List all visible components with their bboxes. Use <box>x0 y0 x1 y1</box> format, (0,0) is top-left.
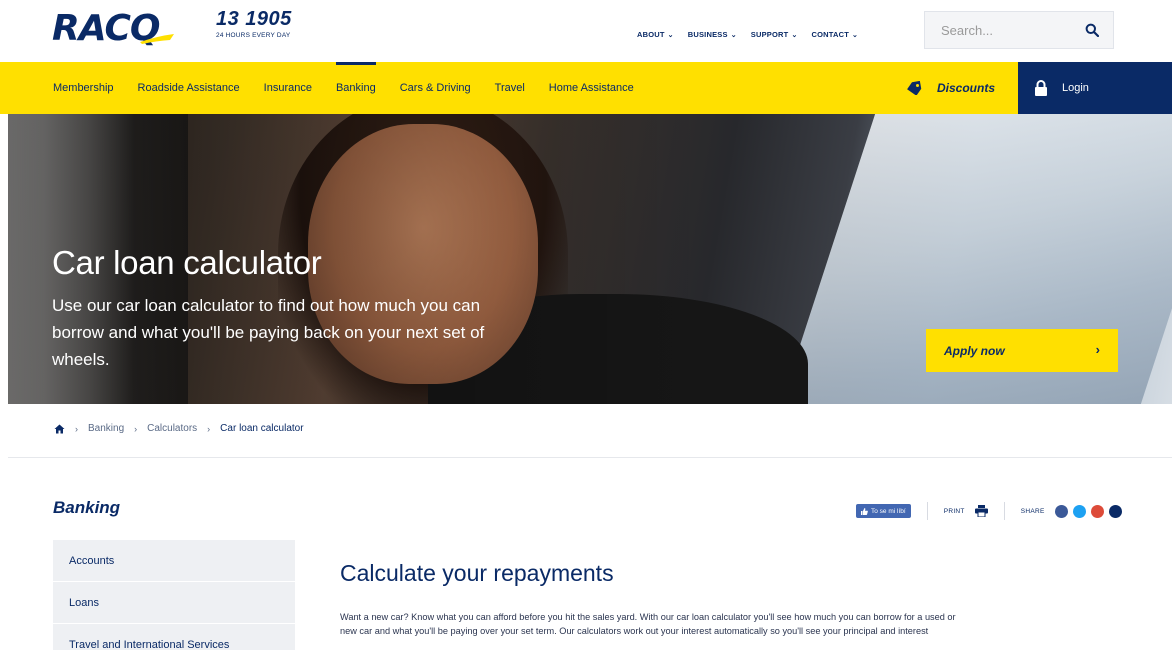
main-nav-items: Membership Roadside Assistance Insurance… <box>53 62 658 114</box>
chevron-down-icon: ⌄ <box>791 31 798 39</box>
toolbar-divider <box>1003 502 1005 520</box>
content-paragraph-line: new car and what you'll be paying over y… <box>340 626 929 636</box>
login-button[interactable]: Login <box>1018 62 1172 114</box>
login-label: Login <box>1062 82 1089 94</box>
sidebar-item-travel-international[interactable]: Travel and International Services <box>53 624 295 650</box>
section-title: Banking <box>53 498 121 517</box>
chevron-down-icon: ⌄ <box>730 31 737 39</box>
nav-cars-driving[interactable]: Cars & Driving <box>400 62 471 114</box>
nav-home-assistance[interactable]: Home Assistance <box>549 62 634 114</box>
lock-icon <box>1035 80 1047 96</box>
twitter-icon[interactable] <box>1072 504 1086 518</box>
hero-banner: Car loan calculator Use our car loan cal… <box>8 114 1172 404</box>
share-toolbar: To se mi líbí PRINT SHARE <box>856 502 1127 520</box>
chevron-right-icon: › <box>1095 342 1100 357</box>
facebook-like-label: To se mi líbí <box>871 507 906 515</box>
breadcrumb-separator-icon: › <box>207 423 211 434</box>
content-title: Calculate your repayments <box>340 560 614 586</box>
share-label: SHARE <box>1020 507 1045 515</box>
chevron-down-icon: ⌄ <box>852 31 859 39</box>
breadcrumb-separator-icon: › <box>134 423 138 434</box>
home-icon[interactable] <box>54 424 65 434</box>
breadcrumb-divider <box>8 457 1172 458</box>
topnav-about[interactable]: ABOUT ⌄ <box>637 30 674 39</box>
search-input[interactable] <box>941 22 1071 38</box>
breadcrumb-current: Car loan calculator <box>220 423 304 434</box>
nav-banking[interactable]: Banking <box>335 62 376 114</box>
toolbar-divider <box>926 502 928 520</box>
topnav-about-label: ABOUT <box>637 30 665 39</box>
phone-number[interactable]: 13 1905 <box>216 8 292 31</box>
google-plus-icon[interactable] <box>1090 504 1104 518</box>
breadcrumb-calculators[interactable]: Calculators <box>147 423 197 434</box>
topnav-contact[interactable]: CONTACT ⌄ <box>812 30 859 39</box>
nav-travel[interactable]: Travel <box>495 62 525 114</box>
breadcrumb-banking[interactable]: Banking <box>88 423 124 434</box>
topnav-contact-label: CONTACT <box>811 30 850 39</box>
hero-subtitle: Use our car loan calculator to find out … <box>52 296 485 369</box>
top-nav: ABOUT ⌄ BUSINESS ⌄ SUPPORT ⌄ CONTACT ⌄ <box>637 30 858 39</box>
phone-subtitle: 24 HOURS EVERY DAY <box>216 32 291 39</box>
thumbs-up-icon <box>861 507 868 515</box>
nav-roadside-assistance[interactable]: Roadside Assistance <box>138 62 240 114</box>
logo-swoosh-icon <box>140 34 174 44</box>
nav-membership[interactable]: Membership <box>53 62 114 114</box>
sidebar-item-loans[interactable]: Loans <box>53 582 295 624</box>
content-body: Want a new car? Know what you can afford… <box>340 610 1172 638</box>
discounts-label: Discounts <box>937 81 996 95</box>
topnav-business-label: BUSINESS <box>687 30 728 39</box>
chevron-down-icon: ⌄ <box>667 31 674 39</box>
sidebar-item-accounts[interactable]: Accounts <box>53 540 295 582</box>
tag-icon <box>907 81 922 95</box>
printer-icon[interactable] <box>974 505 988 517</box>
sidebar-menu: Accounts Loans Travel and International … <box>53 540 295 650</box>
hero-title: Car loan calculator <box>52 244 322 281</box>
facebook-like-button[interactable]: To se mi líbí <box>856 504 911 518</box>
nav-insurance[interactable]: Insurance <box>264 62 312 114</box>
facebook-icon[interactable] <box>1054 504 1068 518</box>
discounts-link[interactable]: Discounts <box>905 62 995 114</box>
apply-now-label: Apply now <box>944 343 1005 358</box>
main-nav: Membership Roadside Assistance Insurance… <box>0 62 1172 114</box>
print-label[interactable]: PRINT <box>944 508 965 515</box>
apply-now-button[interactable]: Apply now › <box>926 329 1118 372</box>
content-paragraph-line: Want a new car? Know what you can afford… <box>340 612 956 622</box>
top-header: RACQ 13 1905 24 HOURS EVERY DAY ABOUT ⌄ B… <box>0 0 1172 62</box>
topnav-business[interactable]: BUSINESS ⌄ <box>688 30 737 39</box>
breadcrumb-separator-icon: › <box>75 423 78 434</box>
search-box <box>924 11 1114 49</box>
search-icon[interactable] <box>1085 23 1099 37</box>
phone-block[interactable]: 13 1905 24 HOURS EVERY DAY <box>216 8 292 39</box>
topnav-support-label: SUPPORT <box>750 30 789 39</box>
topnav-support[interactable]: SUPPORT ⌄ <box>751 30 798 39</box>
email-icon[interactable] <box>1108 504 1122 518</box>
breadcrumb: › Banking › Calculators › Car loan calcu… <box>54 423 304 434</box>
